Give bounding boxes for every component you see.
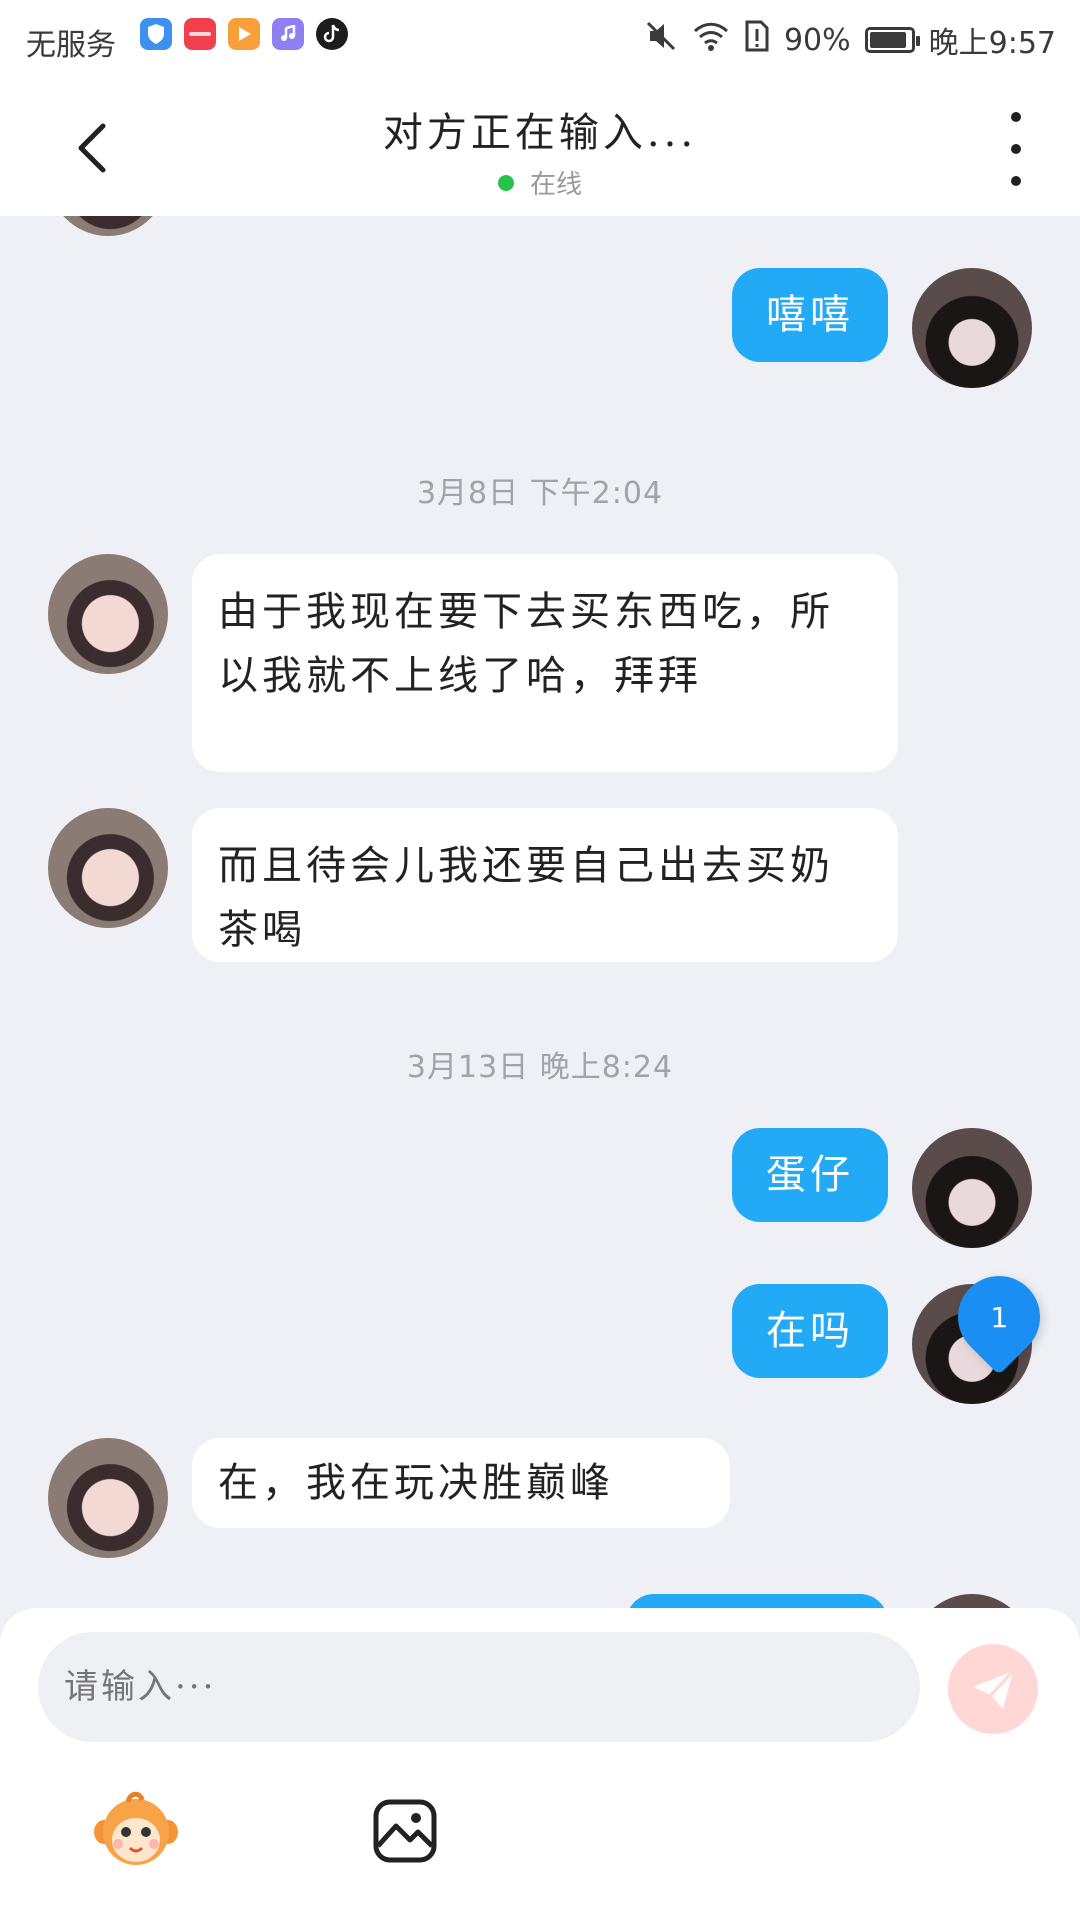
image-picker-button[interactable] xyxy=(372,1798,438,1864)
online-status: 在线 xyxy=(0,164,1080,201)
send-button[interactable] xyxy=(948,1644,1038,1734)
video-player-app-icon xyxy=(228,18,260,50)
message-timestamp: 3月8日 下午2:04 xyxy=(416,476,664,511)
input-bar xyxy=(0,1608,1080,1920)
sim-alert-icon xyxy=(744,19,770,61)
message-timestamp: 3月13日 晚上8:24 xyxy=(406,1050,674,1085)
status-indicators: 90% 晚上9:57 xyxy=(644,18,1056,62)
online-dot-icon xyxy=(497,175,514,191)
music-app-icon xyxy=(272,18,304,50)
status-bar: 无服务 90% 晚上9:57 xyxy=(0,0,1080,76)
send-icon xyxy=(973,1669,1015,1709)
more-options-button[interactable] xyxy=(996,112,1036,186)
chat-header: 对方正在输入... 在线 xyxy=(0,76,1080,216)
received-message-bubble[interactable]: 在，我在玩决胜巅峰 xyxy=(192,1438,730,1528)
received-message-bubble[interactable]: 而且待会儿我还要自己出去买奶茶喝 xyxy=(192,808,898,962)
battery-icon xyxy=(864,27,920,53)
huawei-mall-app-icon xyxy=(184,18,216,50)
monkey-emoji-icon xyxy=(94,1791,178,1865)
chat-screen: 无服务 90% 晚上9:57 对方正在输入... 在线 嘻嘻 3月8日 下午2:… xyxy=(0,0,1080,1920)
battery-level xyxy=(869,32,906,48)
contact-avatar[interactable] xyxy=(48,808,168,928)
image-icon xyxy=(373,1799,437,1863)
status-app-icons xyxy=(140,18,348,50)
sent-message-bubble[interactable]: 嘻嘻 xyxy=(732,268,888,362)
mute-icon xyxy=(644,19,678,61)
contact-avatar[interactable] xyxy=(48,554,168,674)
more-dot-icon xyxy=(1011,144,1021,154)
sent-message-bubble[interactable]: 蛋仔 xyxy=(732,1128,888,1222)
clock: 晚上9:57 xyxy=(928,26,1056,61)
contact-avatar[interactable] xyxy=(48,1438,168,1558)
sent-message-bubble-partial[interactable] xyxy=(626,1594,888,1608)
my-avatar[interactable] xyxy=(912,1128,1032,1248)
contact-avatar[interactable] xyxy=(48,216,168,236)
message-input[interactable] xyxy=(38,1632,920,1742)
carrier-label: 无服务 xyxy=(26,28,116,63)
typing-status-title: 对方正在输入... xyxy=(382,110,698,156)
more-dot-icon xyxy=(1011,176,1021,186)
wifi-icon xyxy=(692,20,730,60)
received-message-bubble[interactable]: 由于我现在要下去买东西吃，所以我就不上线了哈，拜拜 xyxy=(192,554,898,772)
tiktok-app-icon xyxy=(316,18,348,50)
shield-app-icon xyxy=(140,18,172,50)
sent-message-bubble[interactable]: 在吗 xyxy=(732,1284,888,1378)
message-list[interactable]: 嘻嘻 3月8日 下午2:04 由于我现在要下去买东西吃，所以我就不上线了哈，拜拜… xyxy=(0,216,1080,1608)
unread-count: 1 xyxy=(990,1300,1008,1334)
more-dot-icon xyxy=(1011,112,1021,122)
online-status-label: 在线 xyxy=(529,170,582,200)
my-avatar[interactable] xyxy=(912,1594,1032,1608)
battery-percent: 90% xyxy=(783,22,851,58)
my-avatar[interactable] xyxy=(912,268,1032,388)
sticker-button[interactable] xyxy=(92,1790,180,1870)
